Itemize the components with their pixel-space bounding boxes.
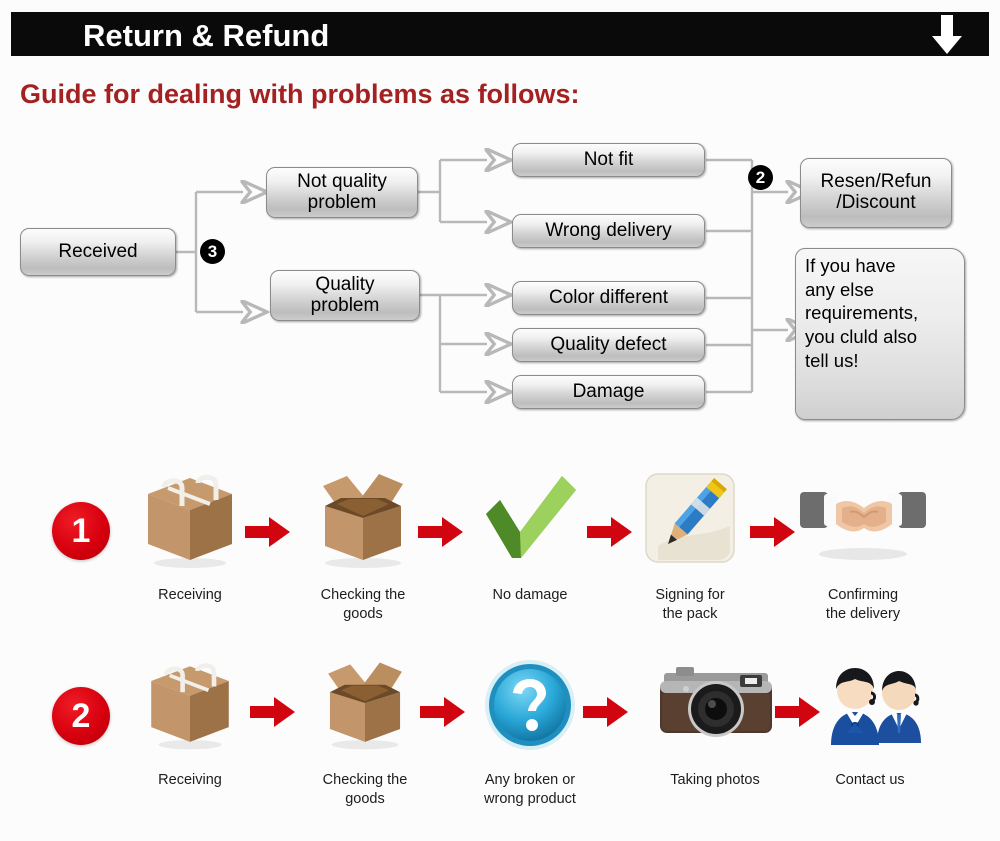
support-agents-icon — [795, 645, 945, 765]
flow-node-contact-note[interactable]: If you have any else requirements, you c… — [795, 248, 965, 420]
step-item-label: No damage — [492, 587, 568, 603]
flow-node-resend-refund-discount[interactable]: Resen/Refun /Discount — [800, 158, 952, 228]
step-item-taking-photos: Taking photos — [640, 645, 790, 790]
flow-node-wrong-delivery[interactable]: Wrong delivery — [512, 214, 705, 248]
step-item-label: Signing for the pack — [655, 587, 725, 622]
returns-flowchart: Received 3 Not quality problem Quality p… — [0, 0, 1000, 440]
step-row-1-badge: 1 — [52, 502, 110, 560]
closed-box-icon — [115, 460, 265, 580]
step-item-label: Receiving — [158, 587, 222, 603]
flow-node-label: Color different — [549, 286, 668, 308]
flow-node-quality-problem[interactable]: Quality problem — [270, 270, 420, 321]
green-check-icon — [455, 460, 605, 580]
camera-icon — [640, 645, 790, 765]
step-item-signing: Signing for the pack — [615, 460, 765, 623]
flow-node-label: Damage — [572, 380, 645, 402]
flow-badge-2: 2 — [748, 165, 773, 190]
step-item-label: Taking photos — [670, 772, 760, 788]
closed-box-icon — [115, 645, 265, 765]
open-box-icon — [290, 645, 440, 765]
step-item-checking-2: Checking the goods — [290, 645, 440, 808]
right-arrow-icon — [245, 517, 290, 547]
step-item-no-damage: No damage — [455, 460, 605, 605]
step-item-checking-1: Checking the goods — [288, 460, 438, 623]
flow-node-label: Not quality problem — [297, 170, 387, 213]
flow-node-label: Received — [58, 240, 138, 262]
flow-badge-2-label: 2 — [755, 168, 766, 187]
steps-row-1: 1 Receiving Checking the goods No damage… — [0, 460, 1000, 650]
step-item-label: Any broken or wrong product — [484, 772, 576, 807]
step-item-label: Contact us — [835, 772, 905, 788]
right-arrow-icon — [583, 697, 628, 727]
step-item-label: Checking the goods — [320, 587, 406, 622]
step-row-2-badge-label: 2 — [71, 697, 91, 735]
steps-section: 1 Receiving Checking the goods No damage… — [0, 440, 1000, 841]
flow-badge-3-label: 3 — [207, 242, 218, 261]
step-item-label: Checking the goods — [322, 772, 408, 807]
step-item-label: Receiving — [158, 772, 222, 788]
flow-node-label: Not fit — [583, 148, 634, 170]
flow-node-label: Wrong delivery — [545, 219, 672, 241]
step-item-receiving-1: Receiving — [115, 460, 265, 605]
pencil-sign-icon — [615, 460, 765, 580]
step-item-receiving-2: Receiving — [115, 645, 265, 790]
open-box-icon — [288, 460, 438, 580]
flow-node-color-different[interactable]: Color different — [512, 281, 705, 315]
flow-badge-3: 3 — [200, 239, 225, 264]
flow-node-label: Resen/Refun /Discount — [820, 171, 932, 213]
flow-node-received[interactable]: Received — [20, 228, 176, 276]
step-row-1-badge-label: 1 — [71, 512, 91, 550]
steps-row-2: 2 Receiving Checking the goods Any broke… — [0, 645, 1000, 835]
step-item-contact-us: Contact us — [795, 645, 945, 790]
step-item-confirming: Confirming the delivery — [788, 460, 938, 623]
flow-node-label: Quality defect — [550, 333, 667, 355]
flow-node-not-quality-problem[interactable]: Not quality problem — [266, 167, 418, 218]
flow-node-quality-defect[interactable]: Quality defect — [512, 328, 705, 362]
flow-node-not-fit[interactable]: Not fit — [512, 143, 705, 177]
flow-node-damage[interactable]: Damage — [512, 375, 705, 409]
return-refund-page: Return & Refund Guide for dealing with p… — [0, 0, 1000, 841]
step-row-2-badge: 2 — [52, 687, 110, 745]
step-item-label: Confirming the delivery — [825, 587, 901, 622]
flow-node-label: Quality problem — [310, 273, 380, 316]
handshake-icon — [788, 460, 938, 580]
flow-node-label: If you have any else requirements, you c… — [805, 255, 919, 371]
